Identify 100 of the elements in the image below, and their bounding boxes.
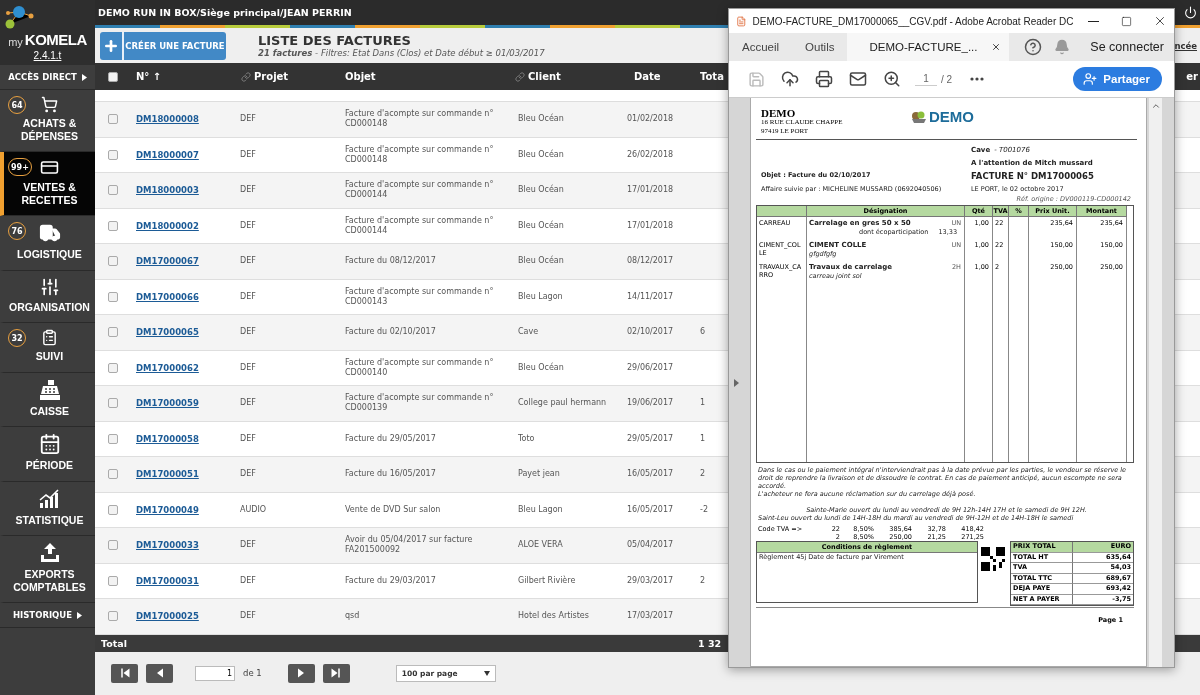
skip-last-button[interactable] xyxy=(322,663,350,683)
invoice-link[interactable]: DM18000002 xyxy=(130,220,199,231)
column-header[interactable]: Date xyxy=(620,71,661,82)
close-tab-icon[interactable] xyxy=(991,42,1002,52)
invoice-link[interactable]: DM18000003 xyxy=(130,185,199,196)
page-number-field[interactable]: 1 xyxy=(915,72,937,86)
skip-first-button[interactable] xyxy=(111,663,138,683)
row-checkbox[interactable] xyxy=(107,256,118,267)
table-cell-text: Payet jean xyxy=(517,469,560,480)
table-cell-text: 26/02/2018 xyxy=(626,149,674,160)
sidebar-item[interactable]: 99+ VENTES & RECETTES xyxy=(0,152,95,216)
export-tray-icon xyxy=(38,542,61,564)
row-checkbox[interactable] xyxy=(107,398,118,409)
invoice-link[interactable]: DM17000058 xyxy=(130,433,199,444)
sign-in-link[interactable]: Se connecter xyxy=(1090,40,1164,54)
invoice-link[interactable]: DM18000008 xyxy=(130,114,199,125)
triangle-left-button[interactable] xyxy=(146,663,173,683)
row-checkbox[interactable] xyxy=(107,575,118,586)
breadcrumb: DEMO RUN IN BOX/Siège principal/JEAN PERRIN xyxy=(98,7,352,18)
invoice-link[interactable]: DM17000065 xyxy=(130,327,199,338)
table-cell-text: DEF xyxy=(239,185,256,196)
invoice-link[interactable]: DM17000062 xyxy=(130,362,199,373)
triangle-right-button[interactable] xyxy=(287,663,315,683)
invoice-link[interactable]: DM17000033 xyxy=(130,540,199,551)
tab[interactable]: Outils xyxy=(792,33,848,61)
table-cell-text: Bleu Océan xyxy=(517,220,564,231)
row-checkbox[interactable] xyxy=(107,433,118,444)
invoice-link[interactable]: DM17000051 xyxy=(130,469,199,480)
row-checkbox[interactable] xyxy=(107,362,118,373)
select-all-checkbox[interactable] xyxy=(107,71,118,82)
create-invoice-button[interactable]: CRÉER UNE FACTURE xyxy=(100,31,226,60)
table-cell-text: Facture du 29/05/2017 xyxy=(344,433,436,444)
table-cell-text: Facture du 02/10/2017 xyxy=(344,327,436,338)
invoice-link[interactable]: DM18000007 xyxy=(130,149,199,160)
invoice-link[interactable]: DM17000031 xyxy=(130,575,199,586)
table-cell-text: Facture du 16/05/2017 xyxy=(344,469,436,480)
table-cell-text: 17/01/2018 xyxy=(626,185,674,196)
page-input[interactable]: 1 xyxy=(195,665,235,681)
table-cell-text: DEF xyxy=(239,291,256,302)
column-header[interactable]: N° ↑ xyxy=(130,71,162,82)
row-checkbox[interactable] xyxy=(107,220,118,231)
clipboard-icon xyxy=(41,329,58,346)
row-checkbox[interactable] xyxy=(107,149,118,160)
invoice-link[interactable]: DM17000066 xyxy=(130,291,199,302)
calendar-icon xyxy=(38,433,61,455)
table-cell-text: 29/05/2017 xyxy=(626,433,674,444)
scrollbar[interactable] xyxy=(1149,98,1162,667)
column-header[interactable]: Projet xyxy=(235,71,289,82)
network-logo-icon xyxy=(4,5,34,29)
table-cell-text: Facture d'acompte sur commande n° CD000140 xyxy=(344,357,495,378)
share-button[interactable]: Partager xyxy=(1073,67,1162,91)
caret-icon xyxy=(77,611,83,619)
table-cell-text: Vente de DVD Sur salon xyxy=(344,504,441,515)
table-cell-text: Gilbert Rivière xyxy=(517,575,576,586)
row-checkbox[interactable] xyxy=(107,291,118,302)
row-checkbox[interactable] xyxy=(107,185,118,196)
tab[interactable]: DEMO-FACTURE_... xyxy=(847,33,1010,61)
maximize-icon xyxy=(1121,15,1133,27)
row-checkbox[interactable] xyxy=(107,114,118,125)
help-icon[interactable] xyxy=(1024,38,1043,56)
expand-panel-icon[interactable] xyxy=(734,379,739,387)
cloud-upload-icon xyxy=(781,70,799,88)
invoice-link[interactable]: DM17000025 xyxy=(130,611,199,622)
table-cell-text: Facture d'acompte sur commande n° CD000143 xyxy=(344,286,495,307)
invoice-link[interactable]: DM17000067 xyxy=(130,256,199,267)
row-checkbox[interactable] xyxy=(107,611,118,622)
bell-icon[interactable] xyxy=(1054,39,1071,55)
table-cell-text: DEF xyxy=(239,256,256,267)
row-checkbox[interactable] xyxy=(107,504,118,515)
row-checkbox[interactable] xyxy=(107,327,118,338)
direct-access-menu[interactable]: ACCÈS DIRECT xyxy=(8,72,77,82)
table-cell-text: DEF xyxy=(239,398,256,409)
history-menu[interactable]: HISTORIQUE xyxy=(12,610,73,620)
table-cell-text: 1 xyxy=(699,398,706,409)
table-cell-text: 29/06/2017 xyxy=(626,362,674,373)
invoice-link[interactable]: DM17000049 xyxy=(130,504,199,515)
power-icon[interactable] xyxy=(1184,6,1197,19)
search-link[interactable]: ncée xyxy=(1174,40,1197,51)
row-checkbox[interactable] xyxy=(107,540,118,551)
invoice-link[interactable]: DM17000059 xyxy=(130,398,199,409)
table-cell-text: 6 xyxy=(699,327,706,338)
minimize-icon xyxy=(1087,20,1099,22)
qr-code-icon xyxy=(981,547,1005,571)
version-link[interactable]: 2.4.1.t xyxy=(33,50,62,61)
table-cell-text: Toto xyxy=(517,433,535,444)
table-cell-text: Facture du 29/03/2017 xyxy=(344,575,436,586)
row-checkbox[interactable] xyxy=(107,469,118,480)
table-cell-text: Facture d'acompte sur commande n° CD000148 xyxy=(344,109,495,130)
total-label: Total xyxy=(100,637,127,649)
filter-button[interactable]: er xyxy=(1186,71,1200,82)
invoice-number: FACTURE N° DM17000065 xyxy=(971,171,1095,181)
link-icon xyxy=(241,71,251,82)
column-header[interactable]: Client xyxy=(510,71,561,82)
table-cell-text: Cave xyxy=(517,327,539,338)
table-cell-text: 02/10/2017 xyxy=(626,327,674,338)
column-header[interactable]: Objet xyxy=(340,71,376,82)
tab[interactable]: Accueil xyxy=(729,33,793,61)
company-name: DEMO xyxy=(761,108,797,118)
column-header[interactable]: Tota xyxy=(698,71,724,82)
table-cell-text: DEF xyxy=(239,575,256,586)
